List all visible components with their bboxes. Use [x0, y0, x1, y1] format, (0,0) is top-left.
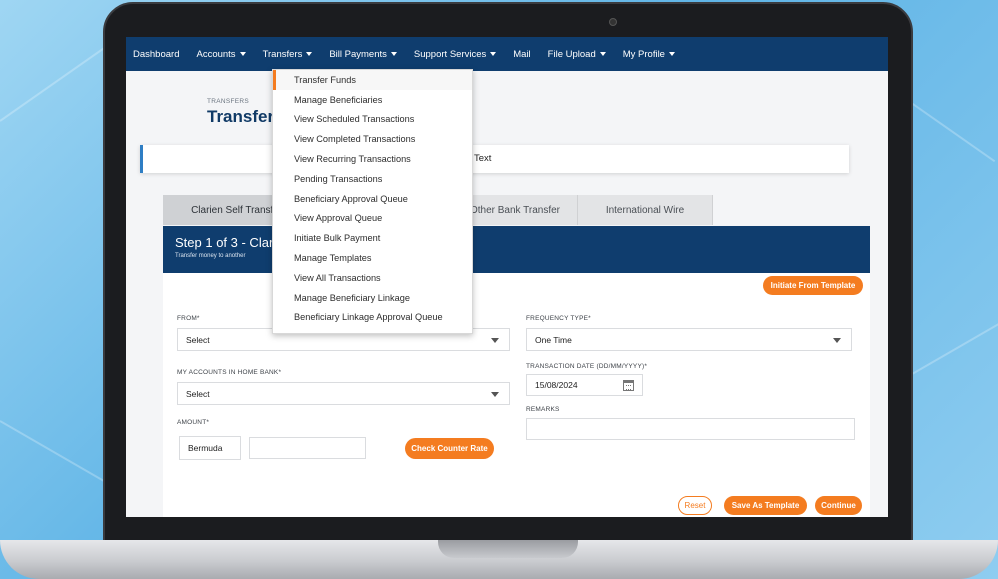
nav-file-upload[interactable]: File Upload — [548, 49, 606, 60]
frequency-select[interactable]: One Time — [526, 328, 852, 351]
menu-item-view-recurring-transactions[interactable]: View Recurring Transactions — [273, 149, 472, 169]
reset-button[interactable]: Reset — [678, 496, 712, 515]
chevron-down-icon — [491, 392, 499, 397]
caret-down-icon — [599, 52, 606, 56]
check-counter-rate-button[interactable]: Check Counter Rate — [405, 438, 494, 459]
select-value: Select — [186, 388, 210, 399]
menu-item-manage-templates[interactable]: Manage Templates — [273, 248, 472, 268]
my-accounts-label: MY ACCOUNTS IN HOME BANK* — [177, 369, 282, 376]
nav-bill-payments[interactable]: Bill Payments — [329, 49, 397, 60]
from-label: FROM* — [177, 315, 200, 322]
menu-item-pending-transactions[interactable]: Pending Transactions — [273, 169, 472, 189]
nav-support-services[interactable]: Support Services — [413, 48, 497, 60]
nav-label: Mail — [513, 48, 531, 60]
menu-item-transfer-funds[interactable]: Transfer Funds — [273, 70, 472, 90]
amount-input[interactable] — [249, 437, 366, 459]
menu-item-initiate-bulk-payment[interactable]: Initiate Bulk Payment — [273, 228, 472, 248]
step-subtitle: Transfer money to another — [175, 253, 246, 259]
tab-international-wire[interactable]: International Wire — [578, 195, 713, 225]
nav-label: My Profile — [622, 48, 665, 60]
nav-accounts[interactable]: Accounts — [196, 48, 246, 60]
menu-item-manage-beneficiaries[interactable]: Manage Beneficiaries — [273, 90, 472, 110]
save-as-template-button[interactable]: Save As Template — [724, 496, 807, 515]
nav-transfers[interactable]: Transfers — [263, 49, 313, 60]
menu-item-manage-beneficiary-linkage[interactable]: Manage Beneficiary Linkage — [273, 288, 472, 308]
nav-my-profile[interactable]: My Profile — [623, 49, 675, 60]
calendar-icon[interactable] — [623, 380, 634, 391]
caret-down-icon — [390, 52, 397, 56]
frequency-label: FREQUENCY TYPE* — [526, 315, 591, 322]
nav-label: Dashboard — [133, 48, 180, 60]
transfers-dropdown-menu: Transfer Funds Manage Beneficiaries View… — [272, 69, 473, 334]
transaction-date-label: TRANSACTION DATE (DD/MM/YYYY)* — [526, 363, 648, 370]
remarks-input[interactable] — [526, 418, 855, 440]
my-accounts-select[interactable]: Select — [177, 382, 510, 405]
menu-item-view-all-transactions[interactable]: View All Transactions — [273, 268, 472, 288]
currency-value: Bermuda — [188, 443, 223, 453]
amount-label: AMOUNT* — [177, 419, 210, 426]
caret-down-icon — [668, 52, 675, 56]
select-value: One Time — [535, 334, 572, 345]
currency-field[interactable]: Bermuda — [179, 436, 241, 460]
breadcrumb: TRANSFERS — [207, 98, 250, 105]
menu-item-view-approval-queue[interactable]: View Approval Queue — [273, 209, 472, 229]
step-title: Step 1 of 3 - Clar — [175, 235, 274, 250]
nav-label: Transfers — [262, 48, 303, 60]
chevron-down-icon — [833, 338, 841, 343]
caret-down-icon — [490, 52, 497, 56]
tab-label: Clarien Self Transfe — [191, 204, 279, 216]
top-navbar: Dashboard Accounts Transfers Bill Paymen… — [126, 37, 888, 71]
camera-icon — [609, 18, 617, 26]
step-banner: Step 1 of 3 - Clar Transfer money to ano… — [163, 226, 870, 273]
date-value: 15/08/2024 — [535, 380, 578, 390]
tab-label: Other Bank Transfer — [469, 204, 561, 216]
nav-label: File Upload — [547, 48, 596, 60]
menu-item-view-completed-transactions[interactable]: View Completed Transactions — [273, 129, 472, 149]
notice-banner: Text — [140, 145, 849, 173]
nav-label: Bill Payments — [329, 48, 387, 60]
select-value: Select — [186, 334, 210, 345]
menu-item-beneficiary-approval-queue[interactable]: Beneficiary Approval Queue — [273, 189, 472, 209]
initiate-from-template-button[interactable]: Initiate From Template — [763, 276, 863, 295]
caret-down-icon — [306, 52, 313, 56]
transfer-form: Initiate From Template FROM* Select MY A… — [163, 273, 870, 517]
laptop-notch — [438, 540, 578, 558]
nav-mail[interactable]: Mail — [513, 49, 530, 60]
tab-label: International Wire — [605, 204, 685, 216]
notice-text: Text — [474, 153, 492, 164]
page-title: Transfer — [207, 107, 275, 126]
nav-label: Accounts — [196, 48, 236, 60]
caret-down-icon — [239, 52, 246, 56]
nav-label: Support Services — [413, 48, 487, 60]
transaction-date-input[interactable]: 15/08/2024 — [526, 374, 643, 396]
app-screen: Dashboard Accounts Transfers Bill Paymen… — [126, 37, 888, 517]
menu-item-beneficiary-linkage-approval-queue[interactable]: Beneficiary Linkage Approval Queue — [273, 308, 472, 328]
remarks-label: REMARKS — [526, 406, 560, 413]
background-line — [899, 320, 998, 382]
nav-dashboard[interactable]: Dashboard — [133, 49, 179, 60]
continue-button[interactable]: Continue — [815, 496, 862, 515]
chevron-down-icon — [491, 338, 499, 343]
menu-item-view-scheduled-transactions[interactable]: View Scheduled Transactions — [273, 110, 472, 130]
